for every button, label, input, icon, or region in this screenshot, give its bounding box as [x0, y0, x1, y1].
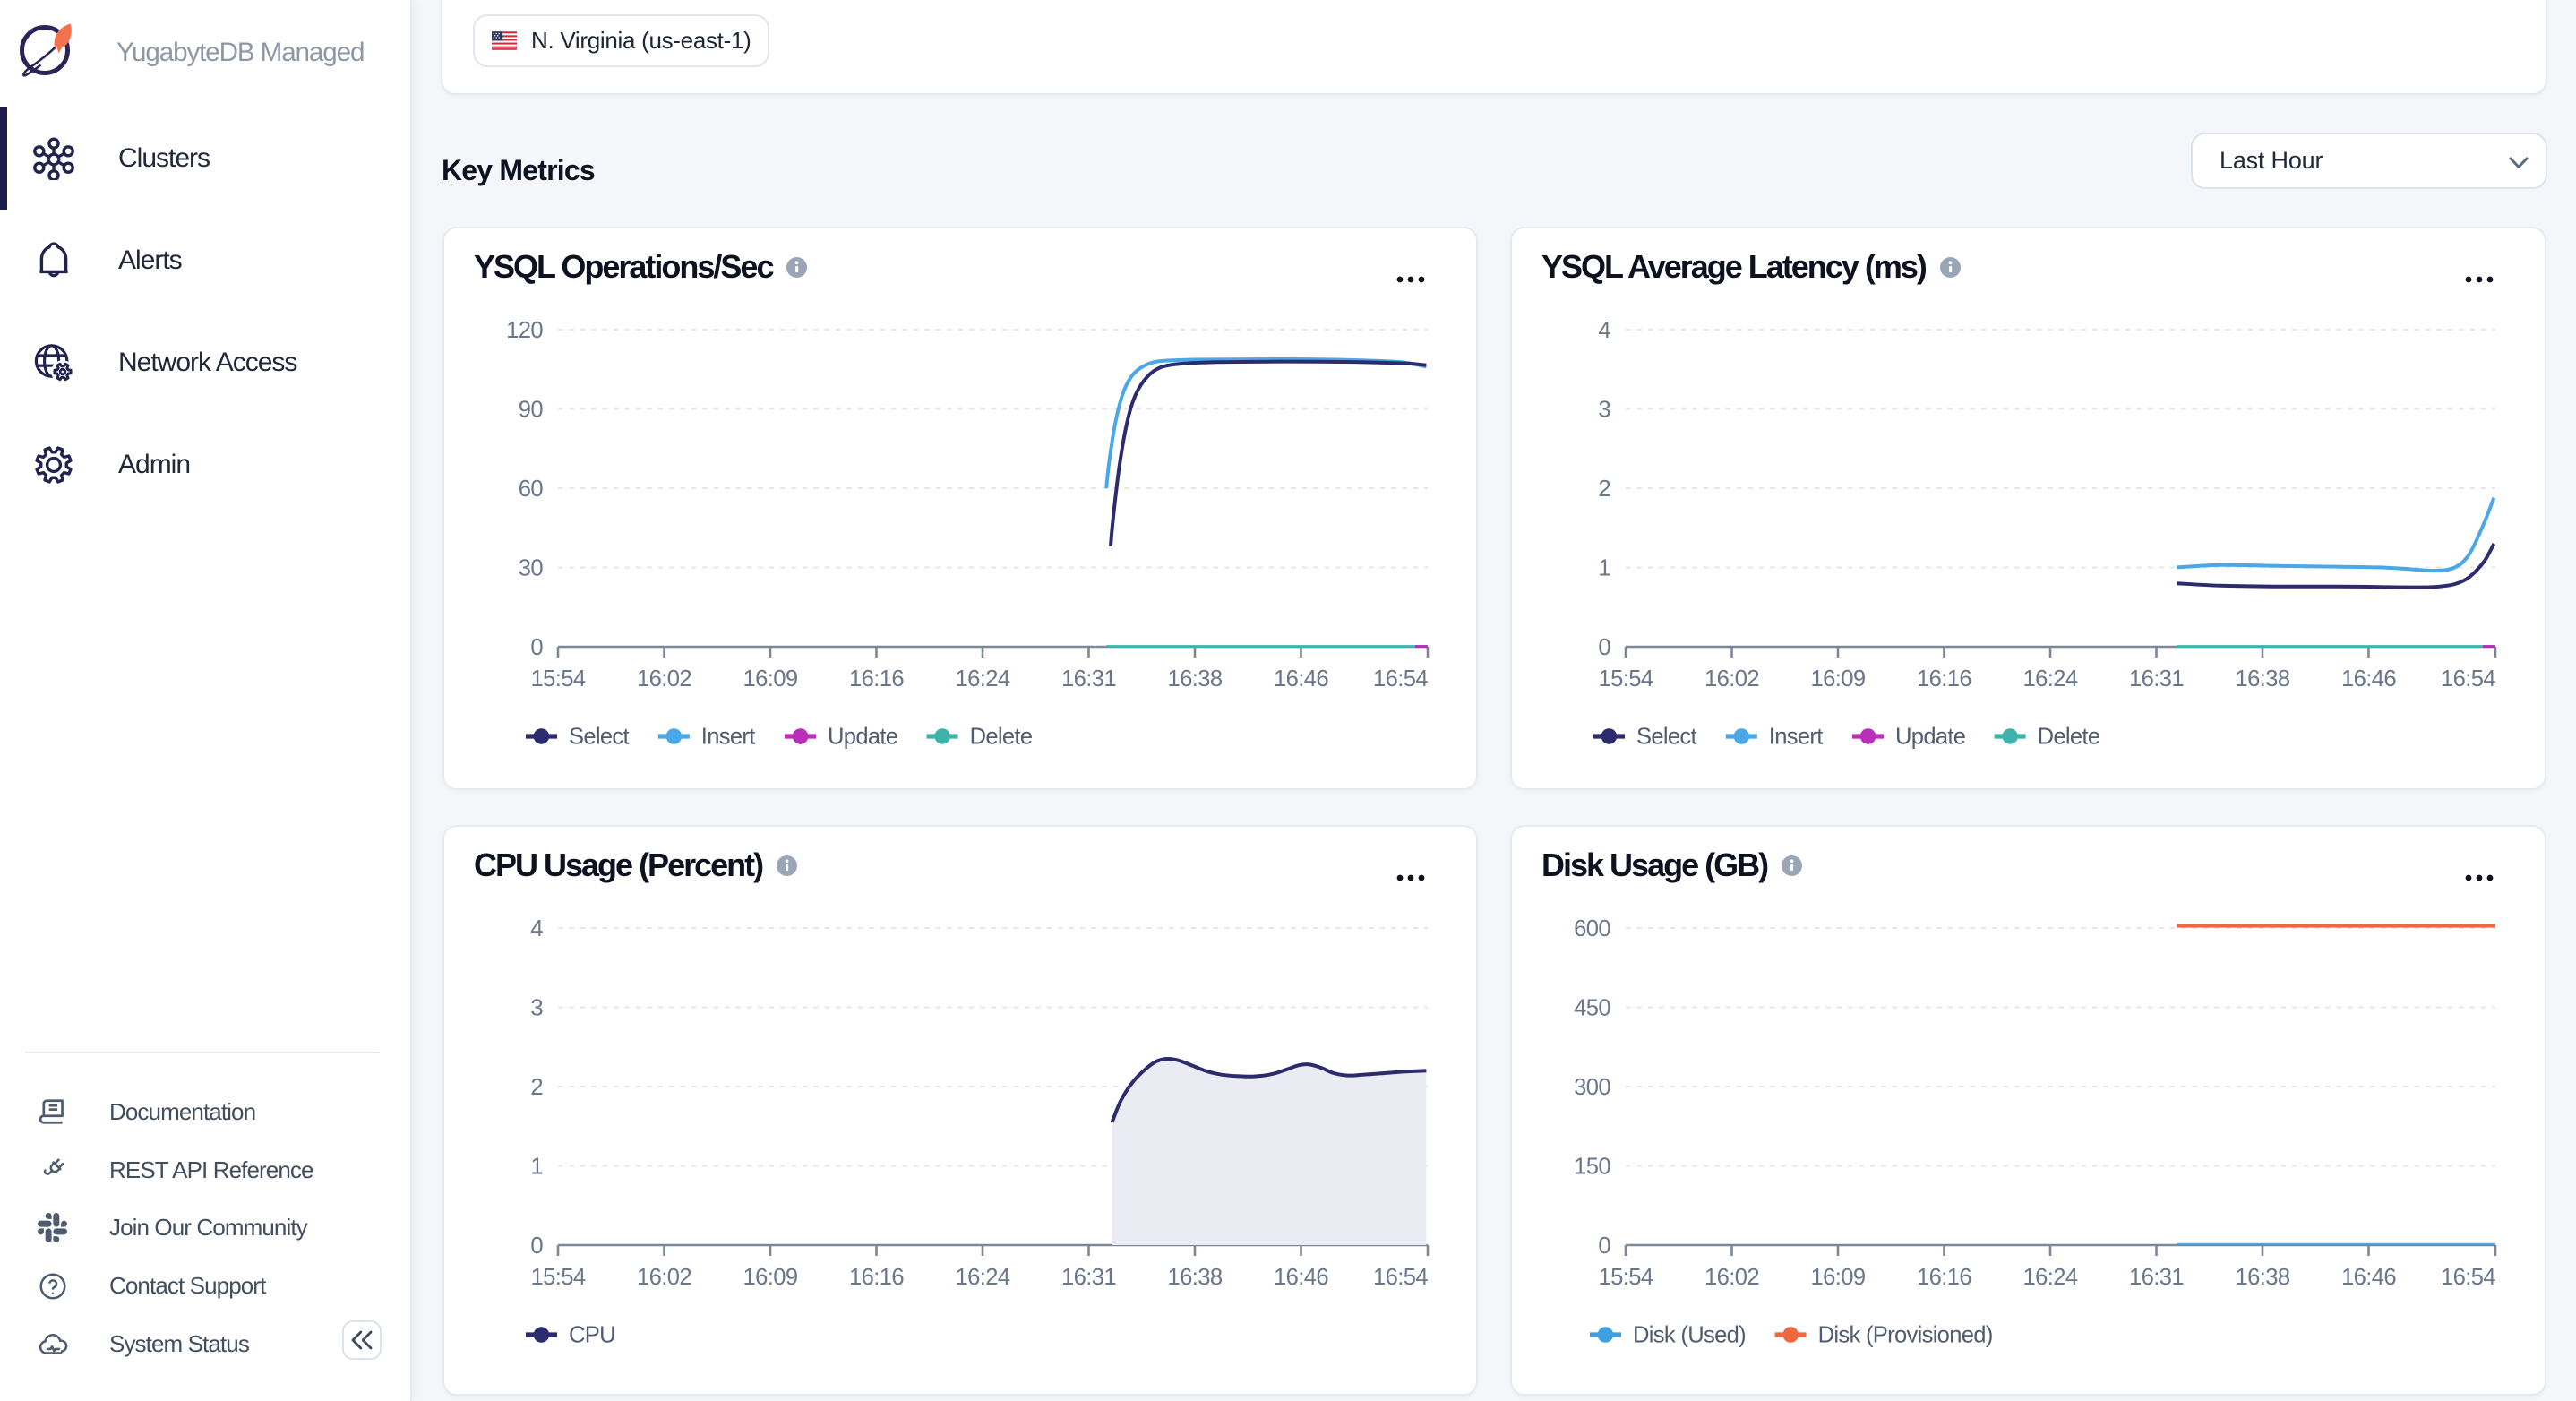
svg-text:16:09: 16:09 [743, 666, 797, 692]
svg-text:16:16: 16:16 [849, 666, 904, 692]
svg-text:Insert: Insert [1769, 725, 1823, 750]
svg-text:15:54: 15:54 [1598, 1265, 1653, 1290]
svg-text:1: 1 [1598, 555, 1610, 580]
svg-text:16:46: 16:46 [2341, 1265, 2396, 1290]
svg-text:15:54: 15:54 [530, 1265, 585, 1290]
svg-text:300: 300 [1574, 1075, 1610, 1100]
svg-text:3: 3 [530, 995, 543, 1020]
svg-text:Delete: Delete [2038, 725, 2100, 750]
svg-text:16:54: 16:54 [2441, 666, 2495, 692]
svg-text:4: 4 [1598, 318, 1610, 343]
svg-text:Disk (Provisioned): Disk (Provisioned) [1818, 1323, 1993, 1348]
svg-text:16:38: 16:38 [2235, 1265, 2289, 1290]
svg-text:Update: Update [828, 725, 898, 750]
svg-text:Select: Select [569, 725, 630, 750]
svg-text:16:38: 16:38 [1167, 666, 1222, 692]
svg-text:16:46: 16:46 [1274, 666, 1328, 692]
svg-text:16:09: 16:09 [1810, 1265, 1865, 1290]
svg-text:16:54: 16:54 [1373, 1265, 1428, 1290]
svg-text:16:31: 16:31 [2129, 1265, 2184, 1290]
svg-text:16:24: 16:24 [955, 666, 1009, 692]
svg-text:16:46: 16:46 [1274, 1265, 1328, 1290]
svg-text:16:16: 16:16 [849, 1265, 904, 1290]
svg-text:16:02: 16:02 [637, 1265, 691, 1290]
svg-text:16:09: 16:09 [743, 1265, 797, 1290]
svg-text:16:38: 16:38 [2235, 666, 2289, 692]
svg-text:Select: Select [1636, 725, 1697, 750]
svg-text:Delete: Delete [970, 725, 1033, 750]
svg-text:120: 120 [506, 318, 543, 343]
svg-text:2: 2 [1598, 477, 1610, 502]
svg-text:16:16: 16:16 [1917, 666, 1971, 692]
svg-text:1: 1 [530, 1154, 543, 1179]
svg-text:16:38: 16:38 [1167, 1265, 1222, 1290]
svg-text:16:31: 16:31 [1061, 1265, 1116, 1290]
svg-text:0: 0 [530, 1233, 543, 1259]
svg-text:450: 450 [1574, 995, 1610, 1020]
svg-text:16:54: 16:54 [1373, 666, 1428, 692]
svg-text:Disk (Used): Disk (Used) [1633, 1323, 1746, 1348]
svg-text:600: 600 [1574, 916, 1610, 941]
svg-text:60: 60 [519, 477, 544, 502]
svg-text:16:24: 16:24 [2022, 666, 2077, 692]
svg-text:3: 3 [1598, 397, 1610, 422]
svg-text:15:54: 15:54 [1598, 666, 1653, 692]
svg-text:16:24: 16:24 [955, 1265, 1009, 1290]
svg-text:CPU: CPU [569, 1323, 615, 1348]
svg-text:16:16: 16:16 [1917, 1265, 1971, 1290]
svg-text:16:02: 16:02 [637, 666, 691, 692]
svg-text:16:24: 16:24 [2022, 1265, 2077, 1290]
svg-text:0: 0 [1598, 1233, 1610, 1259]
svg-text:0: 0 [530, 635, 543, 660]
svg-text:16:02: 16:02 [1704, 1265, 1759, 1290]
svg-text:16:54: 16:54 [2441, 1265, 2495, 1290]
svg-text:16:46: 16:46 [2341, 666, 2396, 692]
svg-text:90: 90 [519, 397, 544, 422]
svg-text:16:31: 16:31 [2129, 666, 2184, 692]
svg-text:Update: Update [1895, 725, 1966, 750]
svg-text:150: 150 [1574, 1154, 1610, 1179]
svg-text:0: 0 [1598, 635, 1610, 660]
svg-text:30: 30 [519, 555, 544, 580]
svg-text:16:02: 16:02 [1704, 666, 1759, 692]
svg-text:15:54: 15:54 [530, 666, 585, 692]
svg-text:4: 4 [530, 916, 543, 941]
svg-text:16:09: 16:09 [1810, 666, 1865, 692]
svg-text:16:31: 16:31 [1061, 666, 1116, 692]
svg-text:2: 2 [530, 1075, 543, 1100]
svg-text:Insert: Insert [701, 725, 755, 750]
